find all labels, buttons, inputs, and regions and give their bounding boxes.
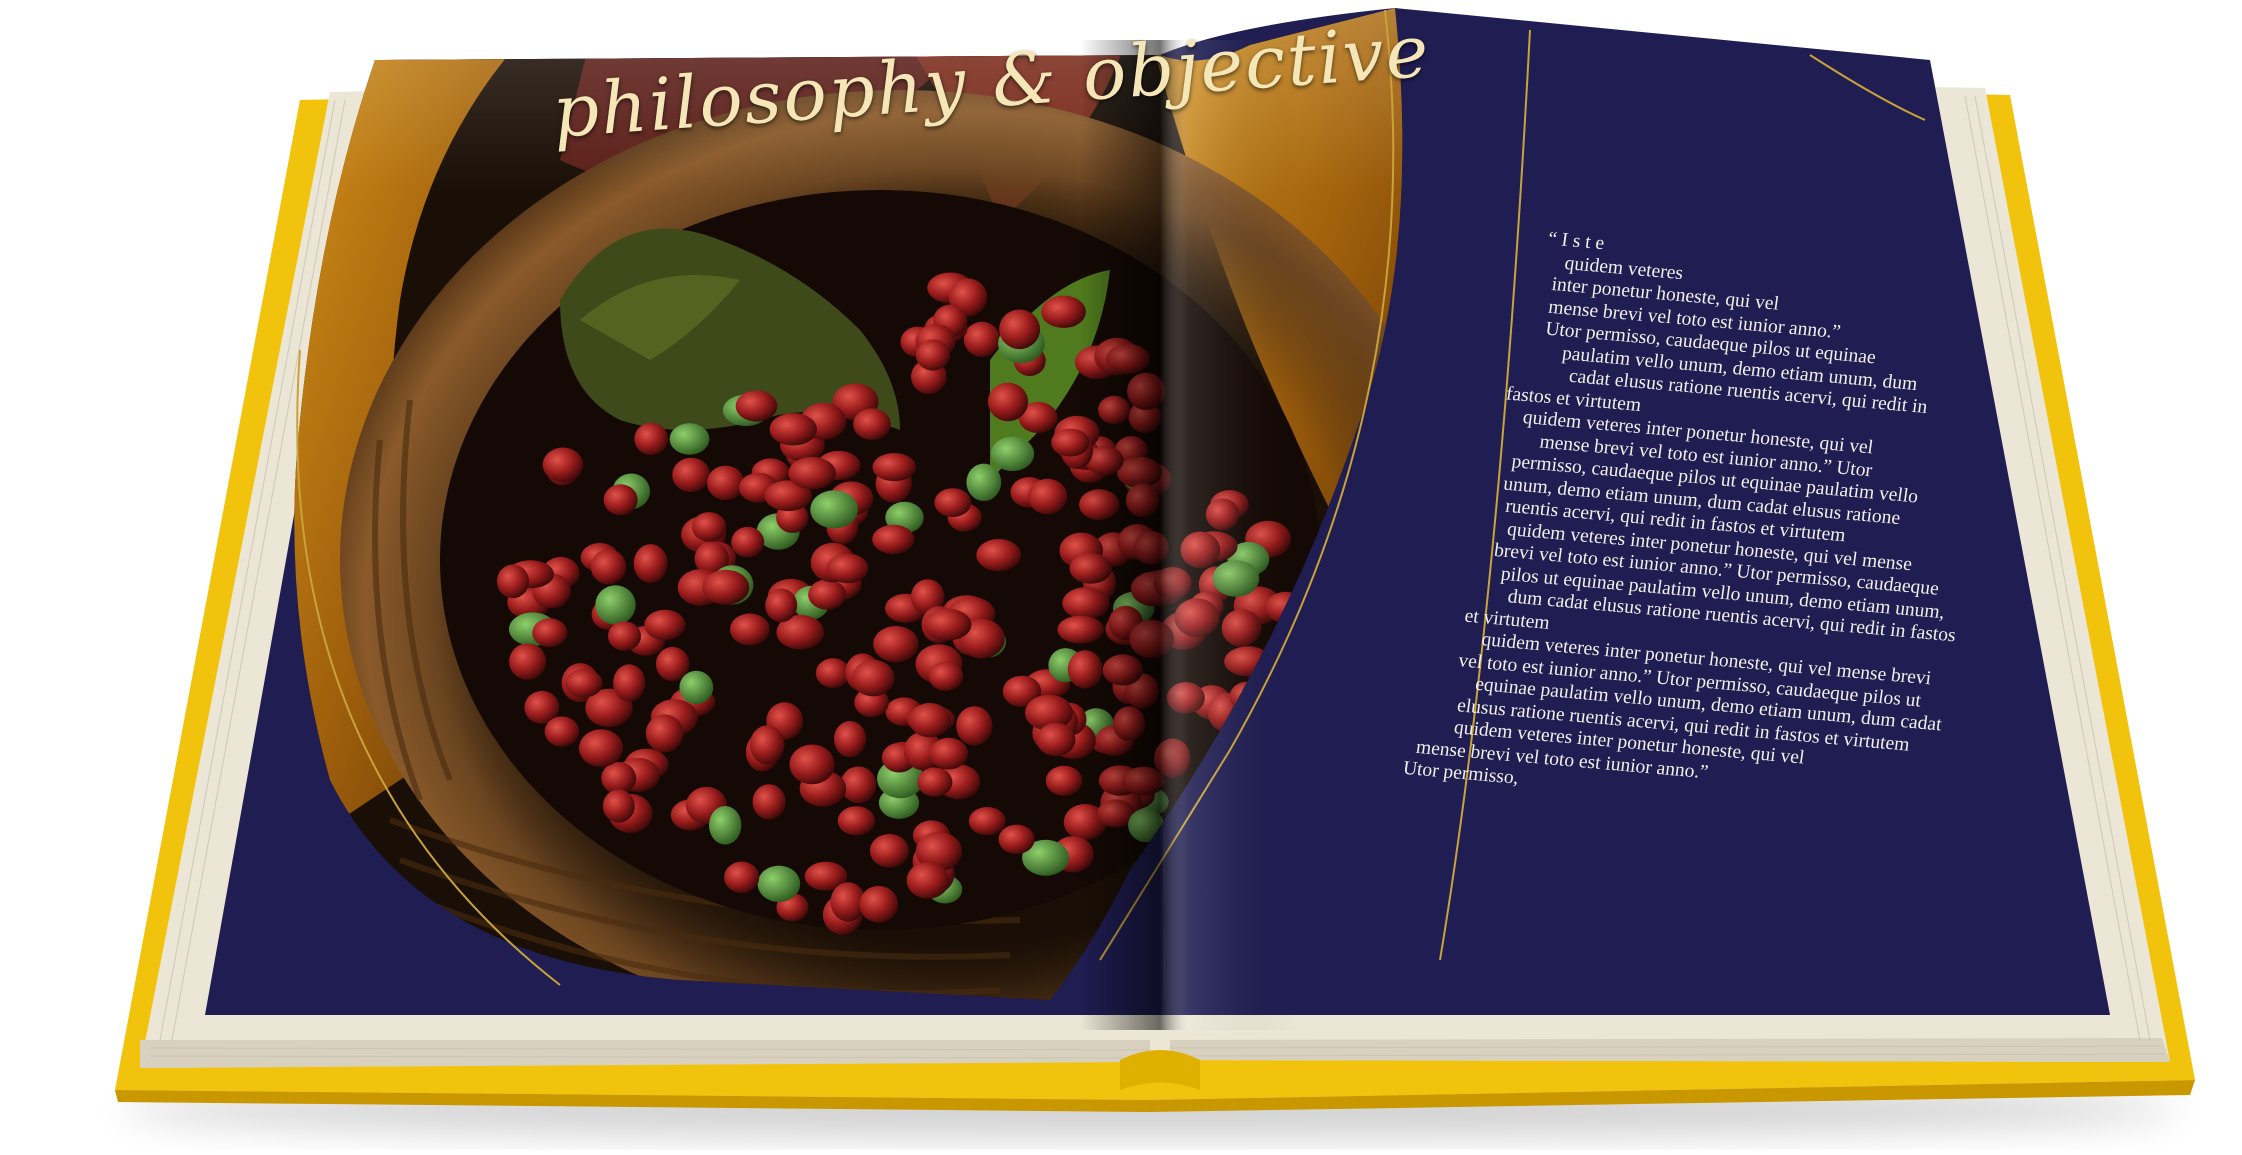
coffee-bean [1045,765,1083,796]
coffee-bean [909,702,951,738]
coffee-bean [917,767,953,797]
coffee-bean [869,834,909,868]
coffee-bean [644,609,686,641]
coffee-bean [815,658,851,688]
coffee-bean [851,659,895,697]
coffee-bean [731,526,765,558]
coffee-bean [607,621,642,651]
coffee-bean [509,643,547,680]
open-book: philosophy & objective “ I s t e quidem v… [0,0,2242,1155]
coffee-bean [749,725,785,765]
coffee-bean [976,539,1022,572]
coffee-bean [601,762,637,795]
coffee-bean [808,579,847,610]
coffee-bean [789,744,835,785]
coffee-bean [834,721,867,758]
coffee-bean [496,564,530,599]
coffee-bean [906,862,950,899]
coffee-bean [810,490,858,529]
coffee-bean [679,670,714,705]
coffee-bean [579,729,624,767]
coffee-bean [730,613,770,646]
coffee-bean [702,569,750,605]
coffee-bean [595,585,636,625]
coffee-bean [724,861,760,893]
coffee-bean [837,806,876,836]
coffee-bean [752,784,786,820]
coffee-bean [565,669,603,698]
coffee-bean [602,789,635,823]
coffee-bean [872,524,915,555]
coffee-bean [934,488,972,517]
coffee-bean [1028,478,1068,515]
coffee-bean [929,737,969,770]
coffee-bean [1036,722,1076,757]
coffee-bean [757,865,801,902]
coffee-bean [765,588,798,623]
coffee-bean [998,824,1035,854]
coffee-bean [859,885,899,923]
coffee-bean [956,706,993,746]
coffee-bean [691,512,727,542]
coffee-bean [873,626,919,663]
coffee-bean [968,807,1006,836]
coffee-bean [826,553,869,584]
coffee-bean [923,608,972,641]
coffee-bean [544,716,580,747]
coffee-bean [603,484,638,516]
coffee-bean [645,714,684,753]
coffee-bean [613,664,646,702]
coffee-bean [928,661,964,691]
coffee-bean [633,544,668,583]
coffee-bean [590,549,627,585]
coffee-bean [840,766,877,804]
coffee-bean [532,618,568,648]
coffee-bean [709,806,742,845]
quote-text-block: “ I s t e quidem veteres inter ponetur hon… [1352,218,1988,825]
